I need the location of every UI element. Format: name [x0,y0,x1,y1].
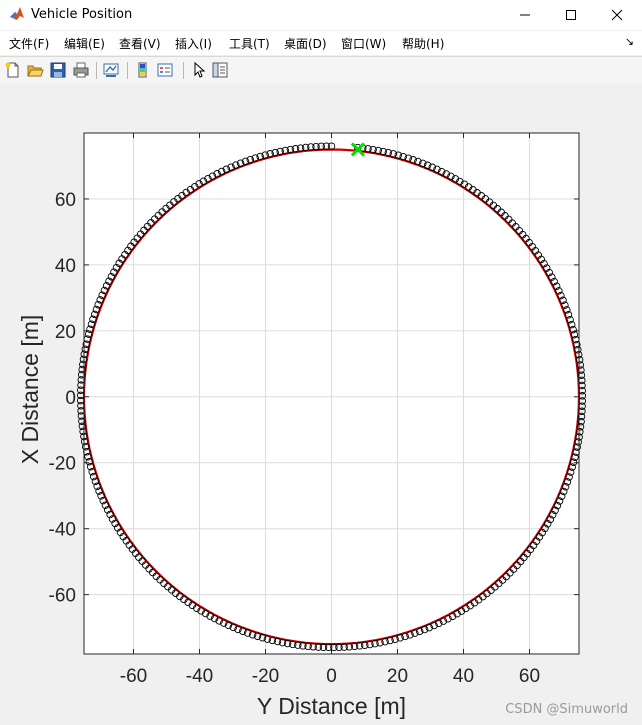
maximize-button[interactable] [548,0,594,30]
x-tick-labels: -60 -40 -20 0 20 40 60 [120,666,540,687]
toolbar-separator [183,62,184,79]
legend-icon[interactable] [156,61,174,79]
x-tick-label: 0 [326,666,337,687]
minimize-icon [520,14,530,16]
matlab-logo-icon [10,7,24,20]
save-icon[interactable] [49,61,67,79]
minimize-button[interactable] [502,0,548,30]
menu-insert[interactable]: 插入(I) [175,35,212,52]
y-tick-label: 20 [55,322,76,343]
toolbar-separator [96,62,97,79]
y-tick-label: -40 [49,520,76,541]
x-tick-label: 60 [519,666,540,687]
dock-arrow-icon[interactable]: ↘ [625,35,634,48]
y-tick-labels: -60 -40 -20 0 20 40 60 [49,190,76,607]
figure-toolbar [0,56,642,85]
menu-view[interactable]: 查看(V) [119,35,161,52]
maximize-icon [566,10,576,20]
menu-bar: 文件(F) 编辑(E) 查看(V) 插入(I) 工具(T) 桌面(D) 窗口(W… [0,31,642,55]
x-tick-label: 40 [453,666,474,687]
toolbar-separator [127,62,128,79]
y-tick-label: -60 [49,586,76,607]
y-tick-label: -20 [49,454,76,475]
menu-window[interactable]: 窗口(W) [341,35,386,52]
y-tick-label: 40 [55,256,76,277]
colorbar-icon[interactable] [134,61,152,79]
close-icon [611,9,623,21]
figure-canvas[interactable]: -60 -40 -20 0 20 40 60 -60 -40 -20 0 20 40 60 Y Dist… [0,84,642,725]
window-title: Vehicle Position [31,7,133,22]
menu-desktop[interactable]: 桌面(D) [284,35,327,52]
x-tick-label: -20 [252,666,279,687]
x-tick-label: -40 [186,666,213,687]
title-bar[interactable]: Vehicle Position [0,0,642,30]
link-plot-icon[interactable] [102,61,120,79]
print-icon[interactable] [72,61,90,79]
close-button[interactable] [594,0,640,30]
y-axis-label: X Distance [m] [17,315,43,465]
new-figure-icon[interactable] [4,61,22,79]
x-tick-label: -60 [120,666,147,687]
property-editor-icon[interactable] [211,61,229,79]
x-axis-label: Y Distance [m] [257,693,406,719]
open-file-icon[interactable] [26,61,44,79]
vehicle-position-plot[interactable]: -60 -40 -20 0 20 40 60 -60 -40 -20 0 20 40 60 Y Dist… [0,84,642,725]
menu-help[interactable]: 帮助(H) [402,35,444,52]
menu-tools[interactable]: 工具(T) [229,35,270,52]
pointer-icon[interactable] [190,61,208,79]
menu-edit[interactable]: 编辑(E) [64,35,105,52]
watermark: CSDN @Simuworld [505,702,628,717]
menu-file[interactable]: 文件(F) [9,35,49,52]
y-tick-label: 60 [55,190,76,211]
y-tick-label: 0 [65,388,76,409]
x-tick-label: 20 [387,666,408,687]
